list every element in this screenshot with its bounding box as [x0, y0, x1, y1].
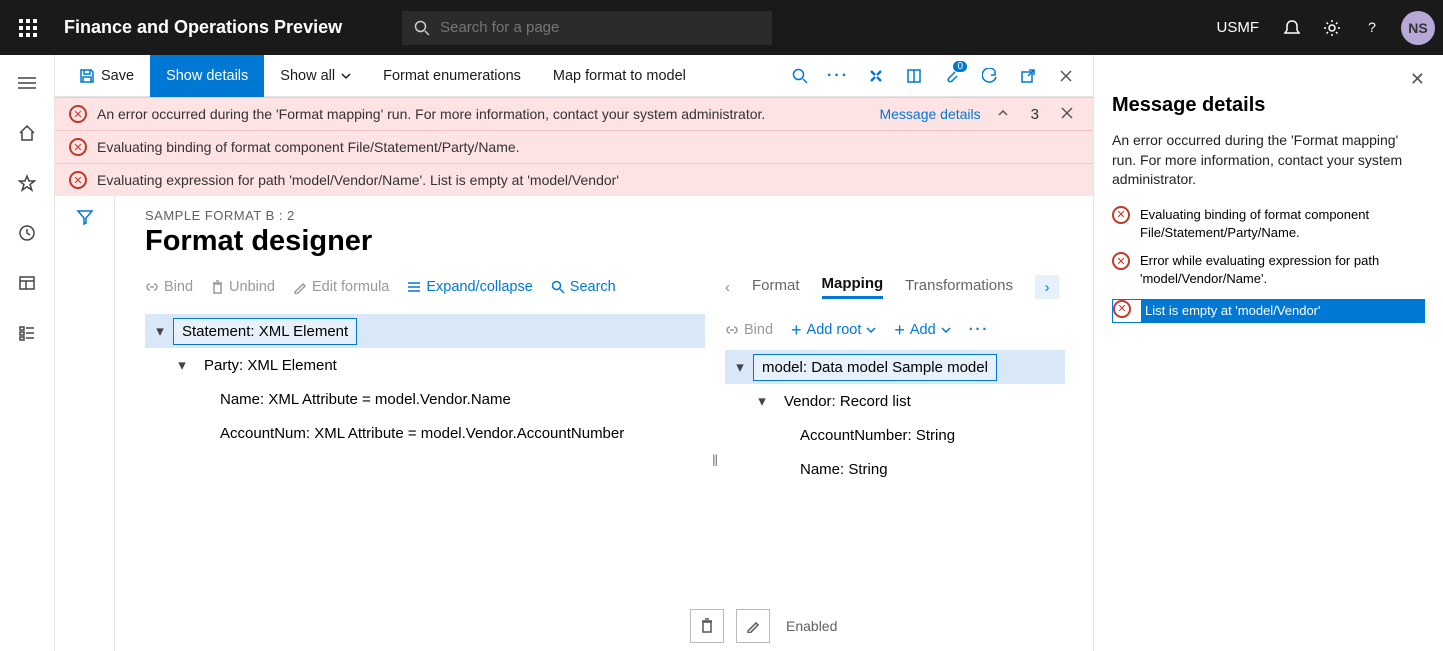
- pane-splitter[interactable]: ‖: [705, 272, 725, 651]
- gear-icon[interactable]: [1321, 17, 1343, 39]
- popout-icon[interactable]: [1009, 57, 1047, 95]
- model-node-vendor[interactable]: ▾ Vendor: Record list: [725, 384, 1065, 418]
- close-panel-icon[interactable]: ✕: [1410, 69, 1425, 90]
- delete-button[interactable]: [690, 609, 724, 643]
- close-icon[interactable]: [1047, 57, 1085, 95]
- refresh-icon[interactable]: [971, 57, 1009, 95]
- message-details-panel: ✕ Message details An error occurred duri…: [1093, 55, 1443, 651]
- enabled-label: Enabled: [786, 618, 837, 634]
- app-launcher-icon[interactable]: [8, 8, 48, 48]
- error-icon: [1112, 206, 1130, 224]
- save-button[interactable]: Save: [63, 55, 150, 97]
- model-node-root[interactable]: ▾ model: Data model Sample model: [725, 350, 1065, 384]
- chevron-down-icon: [341, 71, 351, 81]
- save-icon: [79, 68, 95, 84]
- edit-formula-action[interactable]: Edit formula: [293, 279, 389, 295]
- find-icon[interactable]: [781, 57, 819, 95]
- modules-icon[interactable]: [7, 313, 47, 353]
- bell-icon[interactable]: [1281, 17, 1303, 39]
- connected-apps-icon[interactable]: [857, 57, 895, 95]
- edit-button[interactable]: [736, 609, 770, 643]
- error-banner-2: Evaluating binding of format component F…: [55, 130, 1093, 163]
- error-icon: [69, 105, 87, 123]
- more-actions-icon[interactable]: ···: [969, 322, 990, 338]
- error-icon: [69, 138, 87, 156]
- filter-column: [55, 196, 115, 651]
- error-icon: [1112, 252, 1130, 270]
- app-title: Finance and Operations Preview: [64, 17, 342, 38]
- tree-node-accountnum[interactable]: AccountNum: XML Attribute = model.Vendor…: [145, 416, 705, 450]
- panel-title: Message details: [1112, 94, 1425, 117]
- star-icon[interactable]: [7, 163, 47, 203]
- tab-nav-next[interactable]: ›: [1035, 275, 1059, 299]
- unbind-action[interactable]: Unbind: [211, 279, 275, 295]
- panel-error-item[interactable]: Evaluating binding of format component F…: [1112, 206, 1425, 242]
- search-action[interactable]: Search: [551, 279, 616, 295]
- format-tree-pane: Bind Unbind Edit formula Expand/collapse…: [145, 272, 705, 651]
- tab-format[interactable]: Format: [752, 277, 800, 298]
- banner-text: An error occurred during the 'Format map…: [97, 106, 765, 122]
- error-banner-3: Evaluating expression for path 'model/Ve…: [55, 163, 1093, 196]
- error-count: 3: [1031, 106, 1039, 123]
- chevron-down-icon: [866, 325, 876, 335]
- collapse-banners-icon[interactable]: [991, 106, 1015, 122]
- user-avatar[interactable]: NS: [1401, 11, 1435, 45]
- tab-transformations[interactable]: Transformations: [905, 277, 1013, 298]
- workspace-icon[interactable]: [7, 263, 47, 303]
- panel-error-item-selected[interactable]: List is empty at 'model/Vendor': [1112, 299, 1425, 323]
- breadcrumb: SAMPLE FORMAT B : 2: [145, 208, 1075, 223]
- error-icon: [69, 171, 87, 189]
- mapping-pane: ‹ Format Mapping Transformations › Bind …: [725, 272, 1075, 651]
- panel-description: An error occurred during the 'Format map…: [1112, 131, 1425, 190]
- attach-icon[interactable]: 0: [933, 57, 971, 95]
- bind-action-right[interactable]: Bind: [725, 322, 773, 338]
- top-navbar: Finance and Operations Preview USMF ? NS: [0, 0, 1443, 55]
- format-enumerations-button[interactable]: Format enumerations: [367, 55, 537, 97]
- action-ribbon: Save Show details Show all Format enumer…: [55, 55, 1093, 97]
- add-root-action[interactable]: +Add root: [791, 322, 876, 338]
- tab-nav-prev[interactable]: ‹: [725, 279, 730, 296]
- expand-collapse-action[interactable]: Expand/collapse: [407, 279, 532, 295]
- tab-mapping[interactable]: Mapping: [822, 275, 884, 299]
- search-icon: [414, 20, 430, 36]
- panel-error-item[interactable]: Error while evaluating expression for pa…: [1112, 252, 1425, 288]
- caret-icon[interactable]: ▾: [153, 322, 167, 340]
- more-icon[interactable]: ···: [819, 57, 857, 95]
- caret-icon[interactable]: ▾: [733, 358, 747, 376]
- home-icon[interactable]: [7, 113, 47, 153]
- book-icon[interactable]: [895, 57, 933, 95]
- bind-action[interactable]: Bind: [145, 279, 193, 295]
- dismiss-banner-icon[interactable]: [1055, 106, 1079, 122]
- model-node-name[interactable]: Name: String: [725, 452, 1065, 486]
- add-action[interactable]: +Add: [894, 322, 950, 338]
- help-icon[interactable]: ?: [1361, 17, 1383, 39]
- caret-icon[interactable]: ▾: [175, 356, 189, 374]
- chevron-down-icon: [941, 325, 951, 335]
- clock-icon[interactable]: [7, 213, 47, 253]
- message-details-link[interactable]: Message details: [879, 106, 980, 122]
- show-all-button[interactable]: Show all: [264, 55, 367, 97]
- error-icon: [1113, 300, 1131, 318]
- funnel-icon[interactable]: [76, 208, 94, 651]
- show-details-button[interactable]: Show details: [150, 55, 264, 97]
- banner-text: Evaluating expression for path 'model/Ve…: [97, 172, 619, 188]
- banner-text: Evaluating binding of format component F…: [97, 139, 520, 155]
- tree-node-party[interactable]: ▾ Party: XML Element: [145, 348, 705, 382]
- model-node-accountnumber[interactable]: AccountNumber: String: [725, 418, 1065, 452]
- left-nav-rail: [0, 55, 55, 651]
- hamburger-icon[interactable]: [7, 63, 47, 103]
- error-banner-1: An error occurred during the 'Format map…: [55, 97, 1093, 130]
- tree-node-name[interactable]: Name: XML Attribute = model.Vendor.Name: [145, 382, 705, 416]
- caret-icon[interactable]: ▾: [755, 392, 769, 410]
- page-title: Format designer: [145, 225, 1075, 258]
- search-input[interactable]: [440, 19, 760, 36]
- map-format-button[interactable]: Map format to model: [537, 55, 702, 97]
- company-code[interactable]: USMF: [1217, 19, 1260, 36]
- global-search[interactable]: [402, 11, 772, 45]
- svg-text:?: ?: [1368, 19, 1376, 35]
- tree-node-statement[interactable]: ▾ Statement: XML Element: [145, 314, 705, 348]
